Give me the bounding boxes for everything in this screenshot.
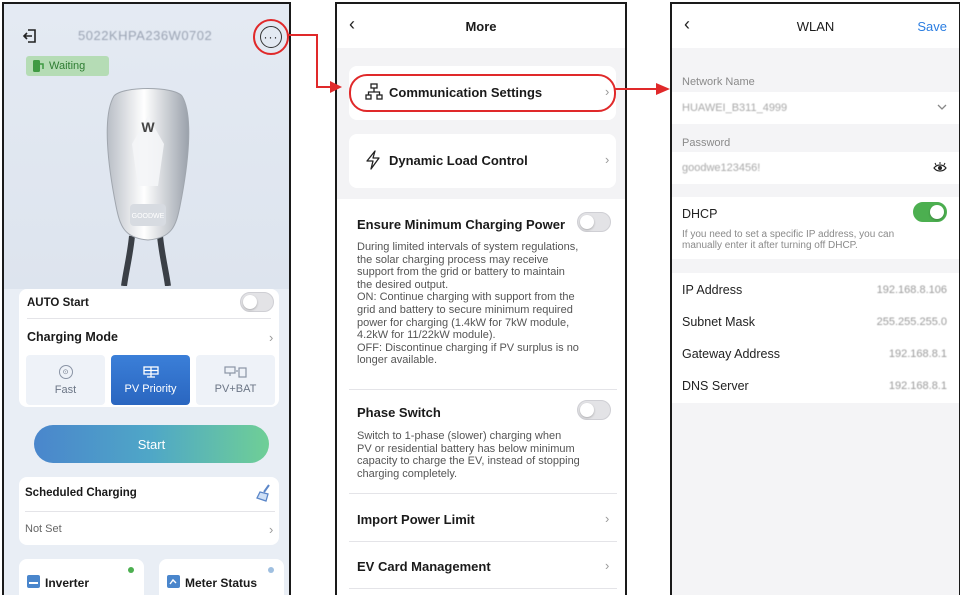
connector-line — [316, 34, 318, 87]
solar-battery-icon — [223, 365, 247, 378]
password-label: Password — [682, 137, 731, 149]
dhcp-hint: If you need to set a specific IP address… — [682, 229, 895, 251]
scheduled-charging-card[interactable]: Scheduled Charging Not Set › — [19, 477, 279, 545]
mode-label: PV Priority — [124, 382, 177, 395]
ensure-min-power-toggle[interactable] — [577, 212, 611, 232]
device-serial: 5022KHPA236W0702 — [78, 28, 213, 43]
dynamic-load-control-label: Dynamic Load Control — [389, 153, 528, 168]
gateway-address-label: Gateway Address — [682, 347, 780, 361]
page-title: More — [465, 19, 497, 34]
connector-line — [287, 34, 317, 36]
network-name-value: HUAWEI_B311_4999 — [682, 102, 788, 114]
meter-icon — [167, 575, 180, 588]
charger-status-icon — [33, 60, 44, 72]
password-value: goodwe123456! — [682, 162, 761, 174]
highlight-ring — [253, 19, 289, 55]
gateway-address-value[interactable]: 192.168.8.1 — [889, 348, 947, 360]
subnet-mask-label: Subnet Mask — [682, 315, 755, 329]
meter-status-label: Meter Status — [185, 576, 258, 590]
exit-icon[interactable] — [22, 28, 38, 44]
dns-server-value[interactable]: 192.168.8.1 — [889, 380, 947, 392]
more-screen: ‹ More Communication Settings › Dynamic … — [335, 2, 627, 595]
mode-pv-priority-button[interactable]: PV Priority — [111, 355, 190, 405]
ip-settings-list: IP Address 192.168.8.106 Subnet Mask 255… — [672, 273, 959, 403]
mode-label: Fast — [54, 383, 77, 396]
mode-label: PV+BAT — [214, 382, 257, 395]
ensure-min-power-label: Ensure Minimum Charging Power — [357, 217, 566, 232]
arrow-head-icon — [330, 81, 342, 93]
save-button[interactable]: Save — [917, 19, 947, 34]
settings-list: Ensure Minimum Charging Power During lim… — [337, 199, 625, 595]
network-name-label: Network Name — [682, 76, 755, 88]
dhcp-label: DHCP — [682, 207, 718, 221]
dns-server-label: DNS Server — [682, 379, 749, 393]
start-charging-button[interactable]: Start — [34, 425, 269, 463]
header: ‹ WLAN Save — [672, 4, 959, 48]
phase-switch-toggle[interactable] — [577, 400, 611, 420]
meter-status-tile[interactable]: Meter Status — [159, 559, 284, 595]
subnet-mask-value[interactable]: 255.255.255.0 — [877, 316, 947, 328]
auto-start-toggle[interactable] — [240, 292, 274, 312]
lightning-icon — [366, 150, 380, 170]
network-name-select[interactable]: HUAWEI_B311_4999 — [672, 92, 959, 124]
inverter-label: Inverter — [45, 576, 90, 590]
dhcp-section: DHCP If you need to set a specific IP ad… — [672, 197, 959, 259]
fast-mode-icon: ⊙ — [58, 364, 73, 379]
connector-line — [614, 88, 660, 90]
svg-text:W: W — [141, 119, 155, 135]
page-title: WLAN — [796, 19, 835, 34]
solar-panel-icon — [142, 365, 159, 378]
scheduled-charging-value: Not Set — [25, 523, 62, 535]
mode-pv-bat-button[interactable]: PV+BAT — [196, 355, 275, 405]
inverter-tile[interactable]: Inverter — [19, 559, 144, 595]
chevron-right-icon: › — [605, 511, 610, 526]
chevron-right-icon[interactable]: › — [269, 330, 273, 345]
charger-home-screen: 5022KHPA236W0702 ··· Waiting GOODWE W AU… — [2, 2, 291, 595]
inverter-status-dot — [128, 567, 134, 573]
meter-status-dot — [268, 567, 274, 573]
inverter-icon — [27, 575, 40, 588]
dhcp-toggle[interactable] — [913, 202, 947, 222]
mode-fast-button[interactable]: ⊙ Fast — [26, 355, 105, 405]
broom-icon[interactable] — [255, 483, 275, 503]
arrow-head-icon — [656, 83, 670, 95]
status-badge: Waiting — [26, 56, 109, 76]
chevron-right-icon: › — [605, 558, 610, 573]
ev-charger-image: GOODWE W — [106, 88, 190, 286]
import-power-limit-item[interactable]: Import Power Limit — [357, 512, 475, 527]
eye-icon[interactable] — [933, 162, 947, 174]
chevron-right-icon: › — [605, 152, 610, 167]
highlight-ring — [349, 74, 616, 112]
ev-card-management-item[interactable]: EV Card Management — [357, 559, 491, 574]
phase-switch-label: Phase Switch — [357, 405, 441, 420]
charging-mode-title: Charging Mode — [27, 330, 118, 344]
password-field[interactable]: goodwe123456! — [672, 152, 959, 184]
ip-address-label: IP Address — [682, 283, 743, 297]
ip-address-value[interactable]: 192.168.8.106 — [877, 284, 947, 296]
auto-start-label: AUTO Start — [27, 297, 89, 309]
charger-brand-text: GOODWE — [132, 213, 165, 220]
chevron-right-icon: › — [269, 522, 274, 537]
dynamic-load-control-item[interactable]: Dynamic Load Control › — [349, 134, 616, 188]
status-text: Waiting — [49, 60, 86, 72]
scheduled-charging-title: Scheduled Charging — [25, 487, 137, 499]
ensure-min-power-description: During limited intervals of system regul… — [357, 241, 579, 367]
wlan-screen: ‹ WLAN Save Network Name HUAWEI_B311_499… — [670, 2, 960, 595]
chevron-down-icon — [937, 104, 947, 110]
phase-switch-description: Switch to 1-phase (slower) charging when… — [357, 430, 580, 480]
header: ‹ More — [337, 4, 625, 48]
